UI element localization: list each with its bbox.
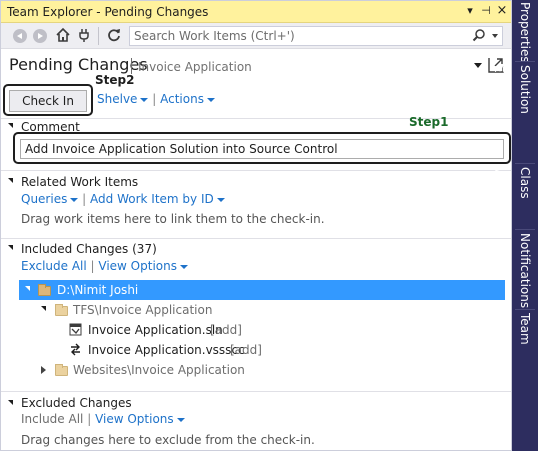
view-options-link[interactable]: View Options [98, 259, 177, 273]
title-bar: Team Explorer - Pending Changes ▾ ⊣ × [1, 1, 511, 23]
side-tab-team-explorer[interactable]: Team Explorer [492, 313, 538, 397]
step1-annotation: Step1 [409, 115, 449, 129]
page-title: Pending Changes [9, 55, 148, 74]
window-title: Team Explorer - Pending Changes [7, 5, 209, 19]
window-menu-dropdown-icon[interactable]: ▾ [463, 4, 477, 18]
link-separator: | [82, 192, 91, 206]
actions-dropdown-icon[interactable] [206, 97, 215, 102]
tree-expand-icon[interactable] [41, 366, 46, 374]
side-tab-notifications[interactable]: Notifications [512, 233, 538, 309]
actions-link[interactable]: Actions [160, 92, 204, 106]
work-items-drop-hint: Drag work items here to link them to the… [21, 212, 325, 226]
action-links: Shelve | Actions [97, 92, 215, 106]
related-work-items-title[interactable]: Related Work Items [21, 175, 138, 189]
related-work-items-collapse-icon[interactable] [8, 178, 13, 183]
side-tab-class-view[interactable]: Class View [492, 167, 538, 229]
connect-plug-icon[interactable] [75, 27, 93, 45]
search-work-items-box[interactable] [129, 26, 503, 46]
search-icon[interactable] [472, 28, 486, 42]
related-work-items-links: Queries | Add Work Item by ID [21, 192, 225, 206]
excluded-changes-title[interactable]: Excluded Changes [21, 396, 132, 410]
refresh-icon[interactable] [105, 27, 123, 45]
link-separator: | [87, 412, 96, 426]
folder-icon [55, 304, 68, 316]
team-explorer-window: Team Explorer - Pending Changes ▾ ⊣ × Pe… [0, 0, 512, 451]
tree-item-tfs-folder[interactable]: TFS\Invoice Application [19, 300, 505, 320]
action-bar: Check In Step2 Shelve | Actions [1, 73, 511, 116]
excluded-changes-collapse-icon[interactable] [8, 400, 13, 405]
comment-textbox[interactable] [20, 139, 504, 159]
search-options-dropdown-icon[interactable] [492, 34, 498, 38]
tree-item-label: Invoice Application.vssscc [88, 343, 245, 357]
tree-item-label: Invoice Application.sln [88, 323, 223, 337]
included-changes-collapse-icon[interactable] [8, 245, 13, 250]
source-control-binding-icon [71, 343, 80, 356]
included-changes-links: Exclude All | View Options [21, 259, 188, 273]
view-options-dropdown-icon[interactable] [176, 417, 185, 422]
tree-collapse-icon[interactable] [41, 306, 46, 311]
check-in-button[interactable]: Check In [9, 90, 87, 112]
side-tab-solution-explorer[interactable]: Solution Explorer [492, 65, 538, 163]
step2-annotation: Step2 [95, 73, 135, 87]
section-divider [1, 170, 511, 171]
add-work-item-dropdown-icon[interactable] [216, 197, 225, 202]
side-tab-separator [515, 163, 535, 164]
excluded-changes-links: Include All | View Options [21, 412, 185, 426]
tree-item-sln-file[interactable]: Invoice Application.sln [add] [19, 320, 505, 340]
back-icon[interactable] [13, 29, 27, 43]
shelve-link[interactable]: Shelve [97, 92, 137, 106]
side-tab-separator [515, 309, 535, 310]
pin-icon[interactable]: ⊣ [479, 4, 493, 18]
pending-change-status: [add] [210, 323, 242, 337]
queries-dropdown-icon[interactable] [70, 197, 79, 202]
close-icon[interactable]: × [495, 4, 509, 18]
tree-item-root-folder[interactable]: D:\Nimit Joshi [19, 280, 505, 300]
tree-item-label: TFS\Invoice Application [73, 303, 213, 317]
tree-item-vssscc-file[interactable]: Invoice Application.vssscc [add] [19, 340, 505, 360]
toolbar-separator [98, 27, 99, 45]
exclude-all-link[interactable]: Exclude All [21, 259, 87, 273]
excluded-view-options-link[interactable]: View Options [95, 412, 174, 426]
step1-highlight-frame [13, 132, 511, 164]
folder-icon [38, 284, 51, 296]
search-input[interactable] [134, 29, 464, 43]
tree-item-label: Websites\Invoice Application [73, 363, 245, 377]
tree-item-websites-folder[interactable]: Websites\Invoice Application [19, 360, 505, 380]
tree-collapse-icon[interactable] [25, 286, 30, 291]
folder-icon [55, 364, 68, 376]
shelve-dropdown-icon[interactable] [140, 97, 149, 102]
side-tab-separator [515, 61, 535, 62]
include-all-link[interactable]: Include All [21, 412, 83, 426]
exclude-drop-hint: Drag changes here to exclude from the ch… [21, 433, 315, 447]
page-navigation-dropdown-icon[interactable] [474, 63, 482, 68]
forward-icon[interactable] [33, 29, 47, 43]
step2-highlight-frame: Check In [3, 84, 93, 116]
comment-collapse-icon[interactable] [8, 123, 13, 128]
section-divider [1, 238, 511, 239]
side-tab-separator [515, 229, 535, 230]
add-work-item-link[interactable]: Add Work Item by ID [90, 192, 214, 206]
view-options-dropdown-icon[interactable] [179, 264, 188, 269]
queries-link[interactable]: Queries [21, 192, 67, 206]
side-tab-properties[interactable]: Properties [512, 2, 538, 63]
project-name: Invoice Application [138, 60, 252, 74]
tree-item-label: D:\Nimit Joshi [57, 283, 139, 297]
link-separator: | [152, 92, 161, 106]
section-divider [1, 391, 511, 392]
dock-side-tabs: Properties Solution Explorer Class View … [492, 0, 538, 451]
solution-file-icon [69, 323, 82, 336]
pending-change-status: [add] [230, 343, 262, 357]
included-changes-title[interactable]: Included Changes (37) [21, 242, 157, 256]
toolbar [1, 23, 511, 49]
home-icon[interactable] [54, 27, 72, 45]
title-separator [131, 58, 132, 74]
page-header: Pending Changes Invoice Application [1, 50, 511, 82]
